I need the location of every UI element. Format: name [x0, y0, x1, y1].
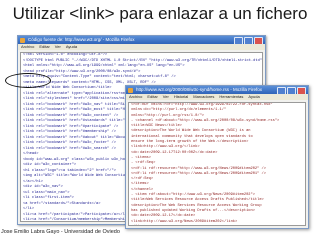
menu-item[interactable]: Ayuda: [248, 94, 259, 100]
source-window-title: Código fuente de: http://www.w3.org/ - M…: [28, 37, 135, 42]
xml-content-view[interactable]: <rdf:RDF xmlns:rdf="http://www.w3.org/19…: [128, 102, 306, 226]
menu-item[interactable]: Marcadores: [193, 94, 214, 100]
slide-title: Utilizar <link> para enlazar a un ficher…: [12, 4, 308, 23]
menu-item[interactable]: Editar: [147, 94, 157, 100]
xml-window-title: http://www.w3.org/2000/08/w3c-synd/home.…: [136, 87, 263, 92]
firefox-icon: [128, 87, 133, 93]
firefox-icon: [20, 37, 25, 43]
menu-item[interactable]: Herramientas: [219, 94, 243, 100]
close-button[interactable]: [254, 37, 263, 44]
menu-item[interactable]: Ayuda: [66, 44, 77, 50]
close-button[interactable]: [297, 87, 306, 94]
maximize-button[interactable]: [244, 37, 253, 44]
source-window-menubar: Archivo Editar Ver Ayuda: [18, 44, 265, 50]
minimize-button[interactable]: [277, 87, 286, 94]
menu-item[interactable]: Archivo: [129, 94, 142, 100]
xml-window-menubar: Archivo Editar Ver Historial Marcadores …: [126, 94, 308, 100]
slide-footer: Jose Emilio Labra Gayo - Universidad de …: [1, 229, 120, 235]
xml-window-titlebar[interactable]: http://www.w3.org/2000/08/w3c-synd/home.…: [126, 86, 308, 94]
menu-item[interactable]: Ver: [163, 94, 169, 100]
menu-item[interactable]: Ver: [55, 44, 61, 50]
menu-item[interactable]: Editar: [39, 44, 49, 50]
menu-item[interactable]: Archivo: [21, 44, 34, 50]
menu-item[interactable]: Historial: [174, 94, 188, 100]
source-window-titlebar[interactable]: Código fuente de: http://www.w3.org/ - M…: [18, 36, 265, 44]
highlight-ellipse: [5, 73, 51, 88]
maximize-button[interactable]: [287, 87, 296, 94]
xml-window: http://www.w3.org/2000/08/w3c-synd/home.…: [125, 85, 309, 229]
minimize-button[interactable]: [234, 37, 243, 44]
code-line: </item>: [129, 225, 305, 226]
